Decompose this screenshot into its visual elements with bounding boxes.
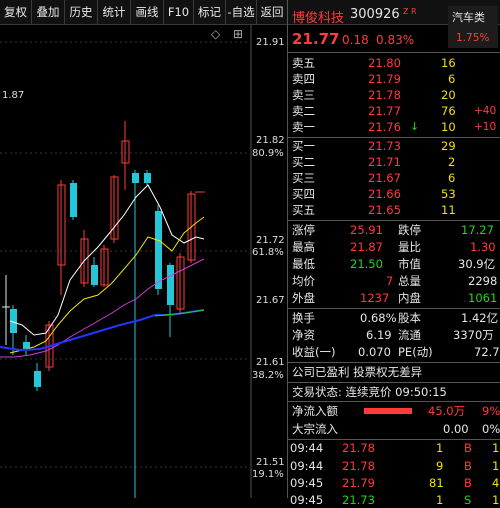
stats-row: 最低 21.50 市值 30.9亿 [292, 257, 496, 271]
bid-row[interactable]: 买五 21.65 11 [288, 202, 500, 218]
sector-name: 汽车类 [452, 11, 485, 24]
toolbar-remove-watchlist-button[interactable]: -自选 [226, 0, 257, 24]
ask-row[interactable]: 卖二 21.77 76 +40 [288, 103, 500, 119]
left-price-label: 1.87 [2, 90, 25, 101]
pct-tick: 38.2% [252, 370, 284, 381]
bid-row[interactable]: 买四 21.66 53 [288, 186, 500, 202]
ask-row[interactable]: 卖四 21.79 6 [288, 71, 500, 87]
stock-code: 300926 [350, 7, 400, 22]
trade-status: 交易状态: 连续竞价 09:50:15 [292, 385, 447, 399]
toolbar-overlay-button[interactable]: 叠加 [32, 0, 65, 24]
price-tick: 21.51 [256, 457, 285, 468]
toolbar-back-button[interactable]: 返回 [257, 0, 288, 24]
flow-row: 净流入额 45.0万 9% [292, 404, 500, 418]
price-change: 0.18 [342, 33, 369, 47]
current-price: 21.77 [292, 30, 340, 48]
stats-row: 最高 21.87 量比 1.30 [292, 240, 496, 254]
sector-box[interactable]: 汽车类 1.75% [448, 6, 498, 48]
quote-panel: 博俊科技 300926 Z R 汽车类 1.75% 21.77 0.18 0.8… [287, 0, 500, 507]
bid-row[interactable]: 买二 21.71 2 [288, 154, 500, 170]
price-tick: 21.67 [256, 295, 285, 306]
diamond-icon[interactable]: ◇ [211, 27, 220, 41]
toolbar-restore-rights-button[interactable]: 复权 [0, 0, 32, 24]
price-tick: 21.82 [256, 135, 285, 146]
pct-tick: 19.1% [252, 469, 284, 480]
tick-row: 09:45 21.73 1 S 1 [290, 493, 500, 507]
stats-row: 换手 0.68% 股本 1.42亿 [292, 311, 499, 325]
ask-row[interactable]: 卖三 21.78 20 [288, 87, 500, 103]
price-tick: 21.61 [256, 357, 285, 368]
stats-row: 均价 7 总量 2298 [292, 274, 498, 288]
ask-row[interactable]: 卖一 21.76 ↓ 10 +10 [288, 119, 500, 135]
toolbar-mark-button[interactable]: 标记 [194, 0, 226, 24]
toolbar-draw-line-button[interactable]: 画线 [131, 0, 164, 24]
settings-icon[interactable]: ⊞ [233, 27, 243, 41]
toolbar-history-button[interactable]: 历史 [65, 0, 98, 24]
flow-row: 大宗流入 0.00 0% [292, 422, 500, 436]
price-tick: 21.72 [256, 235, 285, 246]
toolbar-f10-button[interactable]: F10 [164, 0, 194, 24]
stats-row: 收益(一) 0.070 PE(动) 72.7 [292, 345, 500, 359]
sector-change: 1.75% [456, 32, 490, 44]
stock-name: 博俊科技 [292, 11, 345, 26]
stats-row: 涨停 25.91 跌停 17.27 [292, 223, 494, 237]
stats-row: 外盘 1237 内盘 1061 [292, 291, 498, 305]
pct-tick: 61.8% [252, 247, 284, 258]
toolbar-statistics-button[interactable]: 统计 [98, 0, 131, 24]
ask-row[interactable]: 卖五 21.80 16 [288, 55, 500, 71]
tick-row: 09:44 21.78 1 B 1 [290, 441, 500, 455]
stats-row: 净资 6.19 流通 3370万 [292, 328, 494, 342]
price-change-pct: 0.83% [376, 33, 415, 47]
stock-tag: Z R [403, 7, 417, 16]
net-inflow-bar [364, 408, 412, 414]
kline-chart[interactable]: ◇ ⊞ 1.87 21.91 21.82 80.9% 21.72 61.8% 2… [0, 25, 286, 498]
tick-row: 09:44 21.78 9 B 1 [290, 459, 500, 473]
bid-row[interactable]: 买三 21.67 6 [288, 170, 500, 186]
kline-chart-canvas [0, 25, 252, 498]
tick-row: 09:45 21.79 81 B 4 [290, 476, 500, 490]
price-tick: 21.91 [256, 37, 285, 48]
bid-row[interactable]: 买一 21.73 29 [288, 138, 500, 154]
pct-tick: 80.9% [252, 148, 284, 159]
down-arrow-icon: ↓ [410, 120, 420, 133]
company-notice[interactable]: 公司已盈利 投票权无差异 [288, 364, 500, 380]
